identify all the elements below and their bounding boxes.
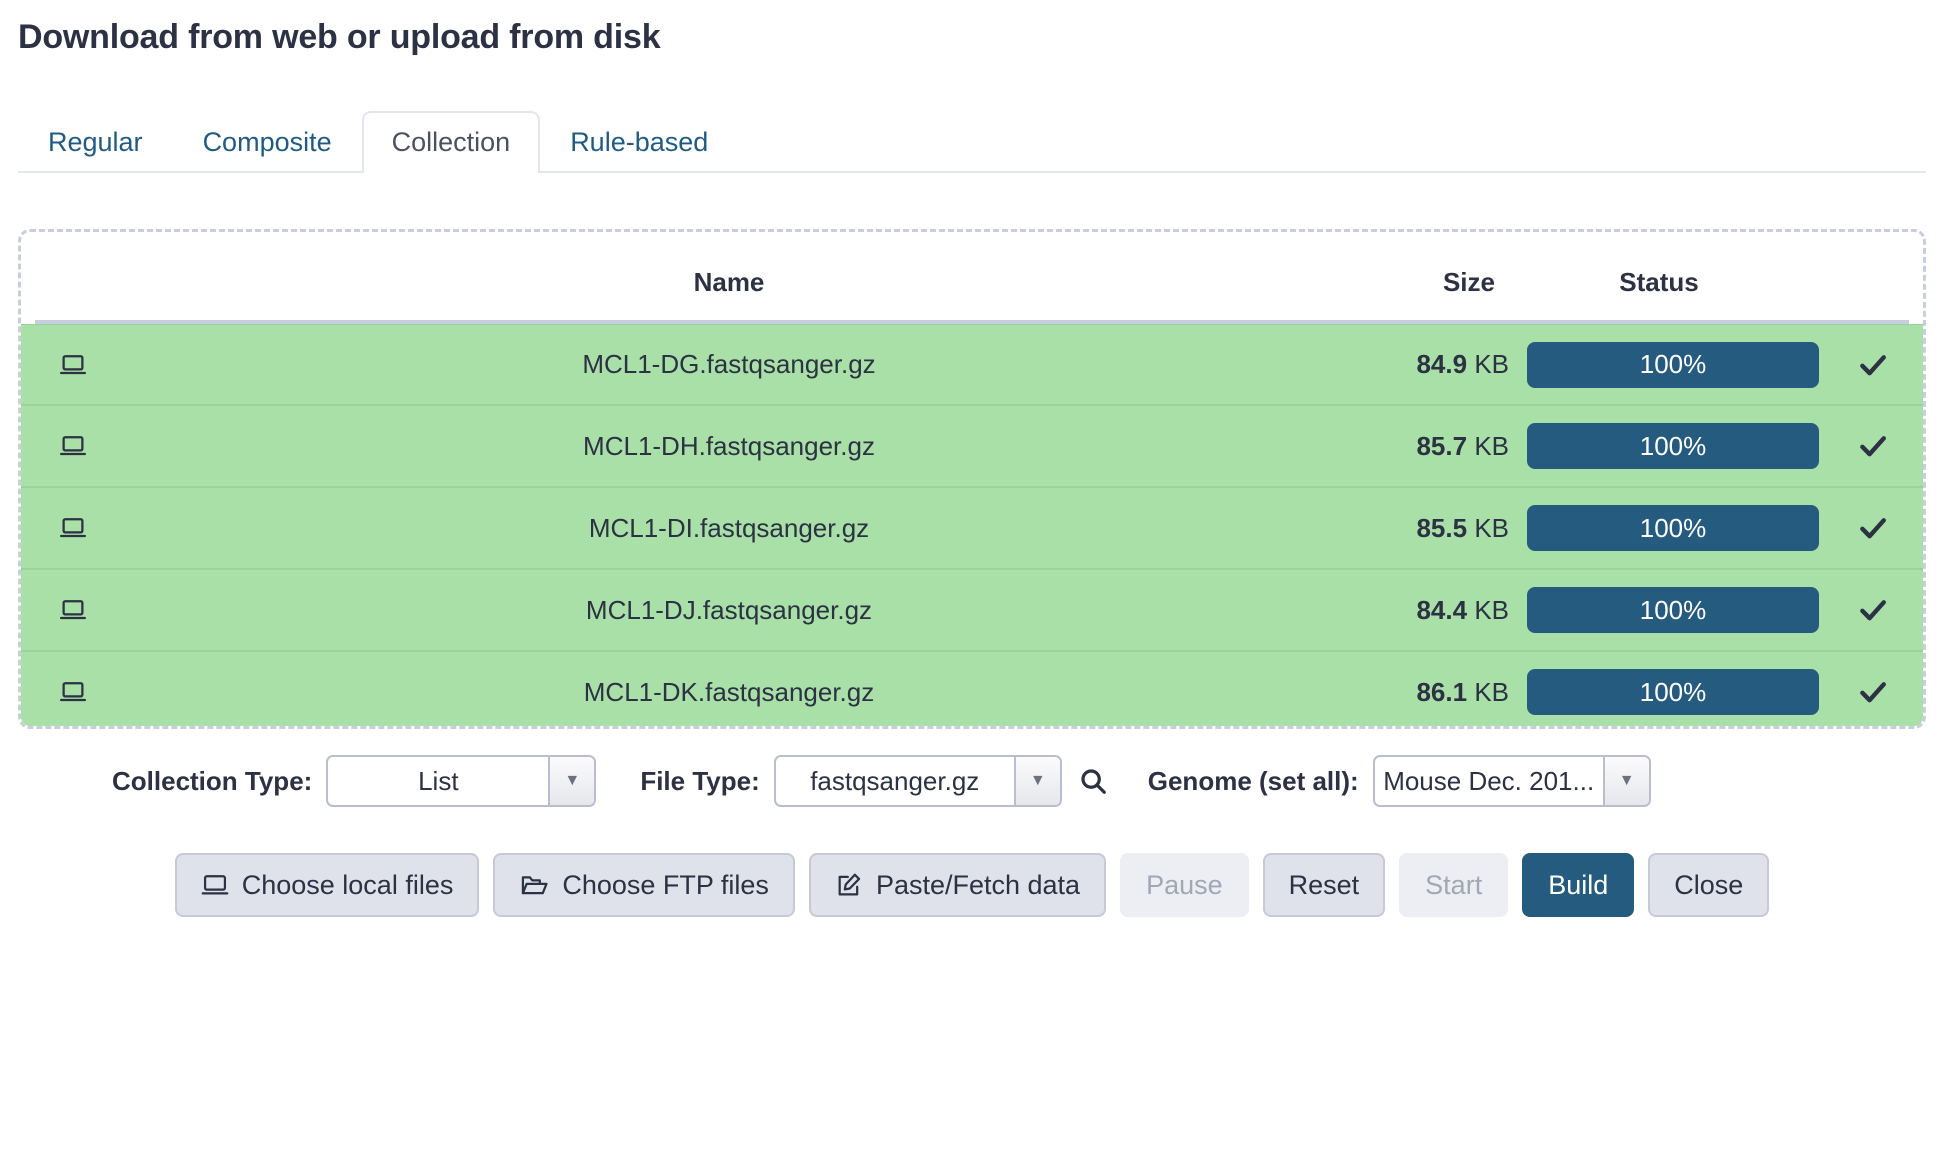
file-name: MCL1-DH.fastqsanger.gz	[125, 431, 1273, 462]
check-icon	[1823, 429, 1923, 463]
progress-bar: 100%	[1527, 505, 1819, 551]
file-name: MCL1-DK.fastqsanger.gz	[125, 677, 1273, 708]
file-size: 84.4 KB	[1273, 595, 1523, 626]
table-row[interactable]: MCL1-DJ.fastqsanger.gz84.4 KB100%	[21, 570, 1923, 652]
close-button[interactable]: Close	[1648, 853, 1769, 917]
file-size-unit: KB	[1474, 595, 1509, 625]
table-row[interactable]: MCL1-DK.fastqsanger.gz86.1 KB100%	[21, 652, 1923, 729]
reset-button[interactable]: Reset	[1263, 853, 1386, 917]
tab-rule-based[interactable]: Rule-based	[540, 111, 738, 173]
table-header: Name Size Status	[35, 244, 1909, 324]
open-folder-icon	[519, 871, 549, 899]
chevron-down-icon[interactable]: ▼	[1603, 757, 1649, 805]
progress-bar: 100%	[1527, 342, 1819, 388]
tab-bar: Regular Composite Collection Rule-based	[18, 103, 1926, 173]
table-row[interactable]: MCL1-DH.fastqsanger.gz85.7 KB100%	[21, 406, 1923, 488]
upload-status: 100%	[1523, 505, 1823, 551]
genome-select[interactable]: Mouse Dec. 201... ▼	[1373, 755, 1651, 807]
check-icon	[1823, 593, 1923, 627]
choose-local-files-label: Choose local files	[242, 870, 454, 901]
tab-collection[interactable]: Collection	[362, 111, 541, 173]
choose-ftp-files-button[interactable]: Choose FTP files	[493, 853, 795, 917]
build-button[interactable]: Build	[1522, 853, 1634, 917]
file-size-unit: KB	[1474, 677, 1509, 707]
search-icon[interactable]	[1078, 766, 1108, 796]
pause-button: Pause	[1120, 853, 1249, 917]
file-type-select[interactable]: fastqsanger.gz ▼	[774, 755, 1062, 807]
options-bar: Collection Type: List ▼ File Type: fastq…	[0, 755, 1944, 807]
choose-ftp-files-label: Choose FTP files	[562, 870, 769, 901]
column-header-name: Name	[139, 267, 1259, 298]
tab-regular[interactable]: Regular	[18, 111, 173, 173]
column-header-size: Size	[1259, 267, 1509, 298]
file-size-value: 85.7	[1416, 431, 1467, 461]
tab-composite[interactable]: Composite	[173, 111, 362, 173]
file-size-value: 84.4	[1416, 595, 1467, 625]
chevron-down-icon[interactable]: ▼	[1014, 757, 1060, 805]
file-size: 85.7 KB	[1273, 431, 1523, 462]
table-row[interactable]: MCL1-DG.fastqsanger.gz84.9 KB100%	[21, 324, 1923, 406]
upload-drop-area[interactable]: Name Size Status MCL1-DG.fastqsanger.gz8…	[18, 229, 1926, 729]
collection-type-value: List	[328, 757, 548, 805]
file-size: 85.5 KB	[1273, 513, 1523, 544]
laptop-icon	[21, 350, 125, 380]
file-name: MCL1-DI.fastqsanger.gz	[125, 513, 1273, 544]
file-size: 86.1 KB	[1273, 677, 1523, 708]
upload-status: 100%	[1523, 342, 1823, 388]
upload-status: 100%	[1523, 423, 1823, 469]
laptop-icon	[21, 677, 125, 707]
progress-bar: 100%	[1527, 669, 1819, 715]
chevron-down-icon[interactable]: ▼	[548, 757, 594, 805]
file-size-unit: KB	[1474, 513, 1509, 543]
start-button: Start	[1399, 853, 1508, 917]
file-type-label: File Type:	[640, 766, 759, 797]
table-row[interactable]: MCL1-DI.fastqsanger.gz85.5 KB100%	[21, 488, 1923, 570]
file-size: 84.9 KB	[1273, 349, 1523, 380]
check-icon	[1823, 348, 1923, 382]
upload-status: 100%	[1523, 669, 1823, 715]
file-name: MCL1-DJ.fastqsanger.gz	[125, 595, 1273, 626]
collection-type-label: Collection Type:	[112, 766, 312, 797]
laptop-icon	[201, 871, 229, 899]
paste-fetch-data-label: Paste/Fetch data	[876, 870, 1080, 901]
upload-file-list: MCL1-DG.fastqsanger.gz84.9 KB100%MCL1-DH…	[21, 324, 1923, 729]
action-button-bar: Choose local files Choose FTP files Past…	[0, 853, 1944, 917]
edit-pencil-icon	[835, 871, 863, 899]
file-type-value: fastqsanger.gz	[776, 757, 1014, 805]
choose-local-files-button[interactable]: Choose local files	[175, 853, 480, 917]
collection-type-select[interactable]: List ▼	[326, 755, 596, 807]
file-name: MCL1-DG.fastqsanger.gz	[125, 349, 1273, 380]
genome-label: Genome (set all):	[1148, 766, 1359, 797]
check-icon	[1823, 675, 1923, 709]
upload-status: 100%	[1523, 587, 1823, 633]
file-size-unit: KB	[1474, 349, 1509, 379]
file-size-unit: KB	[1474, 431, 1509, 461]
page-title: Download from web or upload from disk	[0, 0, 1944, 57]
file-size-value: 86.1	[1416, 677, 1467, 707]
column-header-status: Status	[1509, 267, 1809, 298]
laptop-icon	[21, 431, 125, 461]
laptop-icon	[21, 513, 125, 543]
laptop-icon	[21, 595, 125, 625]
genome-value: Mouse Dec. 201...	[1375, 757, 1603, 805]
paste-fetch-data-button[interactable]: Paste/Fetch data	[809, 853, 1106, 917]
file-size-value: 84.9	[1416, 349, 1467, 379]
progress-bar: 100%	[1527, 587, 1819, 633]
file-size-value: 85.5	[1416, 513, 1467, 543]
check-icon	[1823, 511, 1923, 545]
progress-bar: 100%	[1527, 423, 1819, 469]
